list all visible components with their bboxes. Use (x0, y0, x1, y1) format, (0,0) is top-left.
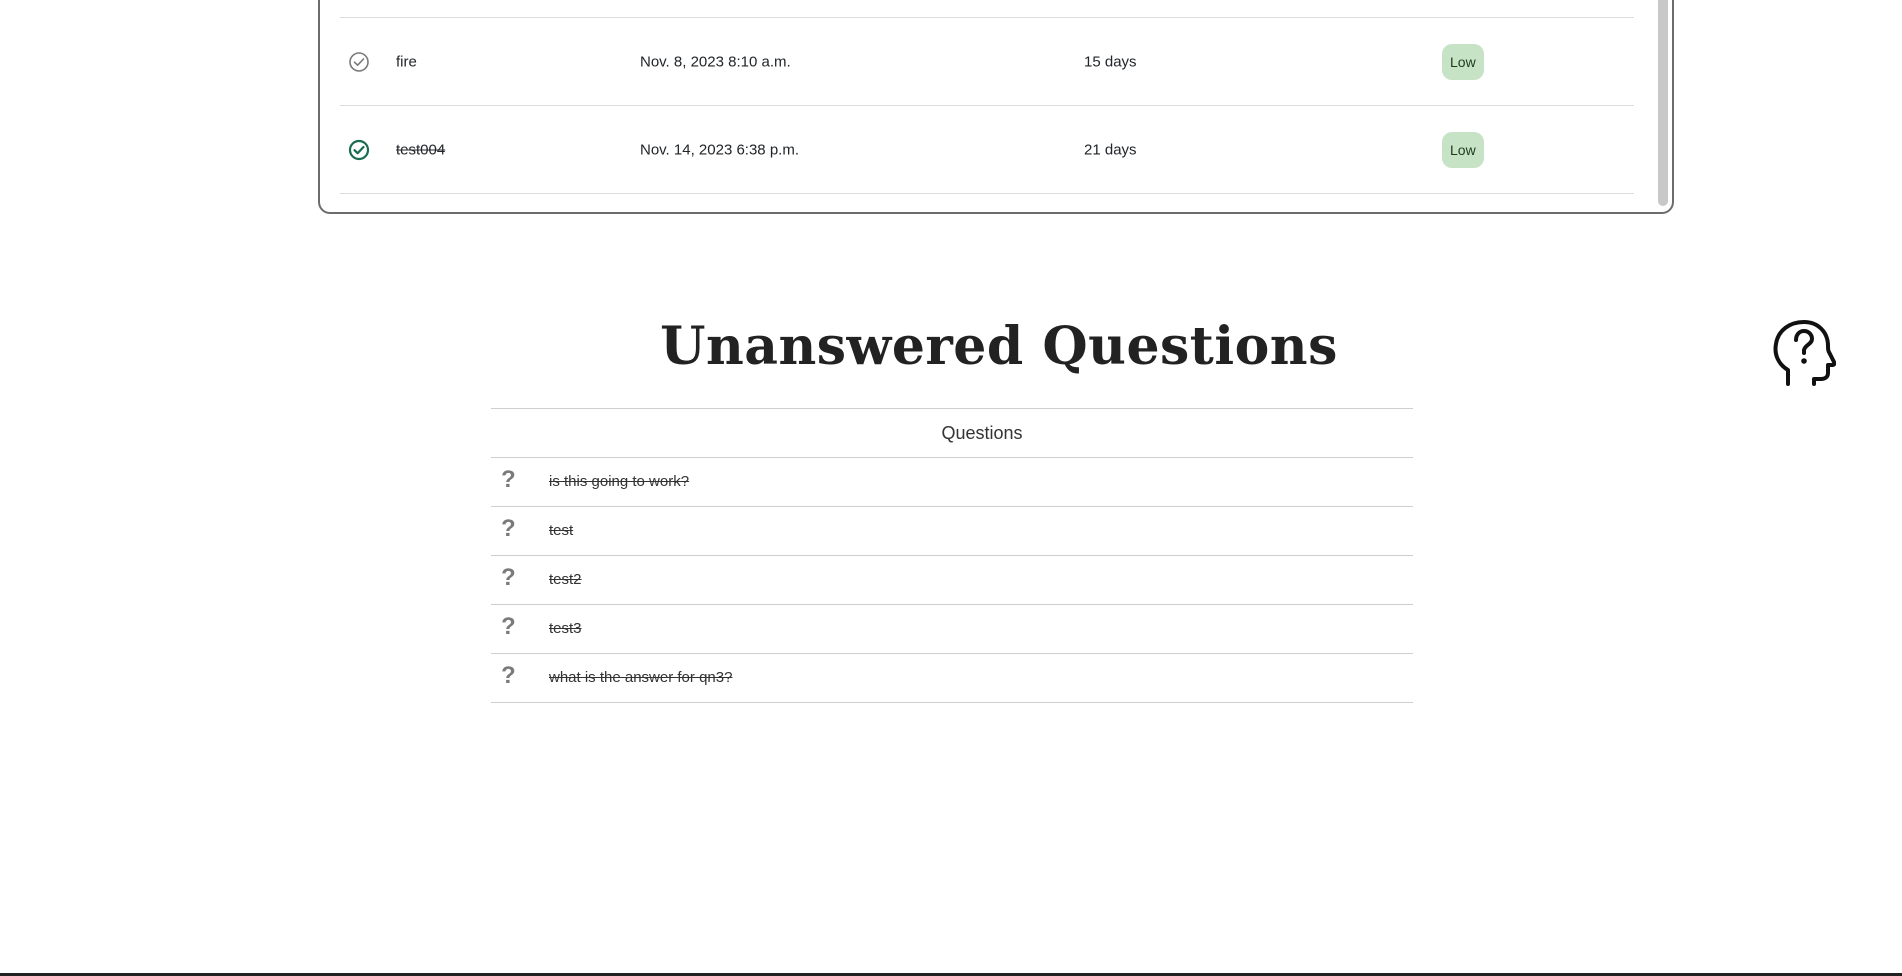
task-due-date: Nov. 8, 2023 8:10 a.m. (640, 53, 791, 70)
task-row: fire Nov. 8, 2023 8:10 a.m. 15 days Low (340, 17, 1634, 105)
question-text[interactable]: test3 (549, 620, 582, 637)
question-mark-icon: ? (501, 662, 516, 689)
task-card: fire Nov. 8, 2023 8:10 a.m. 15 days Low … (318, 0, 1674, 214)
question-text[interactable]: what is the answer for qn3? (549, 669, 732, 686)
page-title: Unanswered Questions (660, 316, 1338, 377)
task-row: test004 Nov. 14, 2023 6:38 p.m. 21 days … (340, 105, 1634, 194)
question-mark-icon: ? (501, 564, 516, 591)
question-mark-icon: ? (501, 466, 516, 493)
task-remaining: 21 days (1084, 141, 1137, 158)
question-text[interactable]: test2 (549, 571, 582, 588)
task-due-date: Nov. 14, 2023 6:38 p.m. (640, 141, 799, 158)
check-circle-outline-icon[interactable] (348, 51, 370, 73)
head-question-icon[interactable] (1770, 318, 1837, 388)
question-text[interactable]: test (549, 522, 573, 539)
table-row: ? is this going to work? (491, 458, 1413, 507)
questions-table: Questions ? is this going to work? ? tes… (491, 408, 1413, 703)
task-name[interactable]: fire (396, 53, 417, 70)
scrollbar[interactable] (1658, 0, 1668, 206)
question-mark-icon: ? (501, 613, 516, 640)
question-mark-icon: ? (501, 515, 516, 542)
table-row: ? test (491, 507, 1413, 556)
table-header: Questions (491, 409, 1413, 458)
check-circle-filled-icon[interactable] (348, 139, 370, 161)
table-row: ? test2 (491, 556, 1413, 605)
task-name[interactable]: test004 (396, 141, 445, 158)
task-remaining: 15 days (1084, 53, 1137, 70)
page: fire Nov. 8, 2023 8:10 a.m. 15 days Low … (0, 0, 1902, 976)
priority-badge: Low (1442, 131, 1484, 168)
question-text[interactable]: is this going to work? (549, 473, 689, 490)
table-row: ? what is the answer for qn3? (491, 654, 1413, 703)
table-row: ? test3 (491, 605, 1413, 654)
task-table: fire Nov. 8, 2023 8:10 a.m. 15 days Low … (340, 17, 1634, 194)
priority-badge: Low (1442, 43, 1484, 80)
